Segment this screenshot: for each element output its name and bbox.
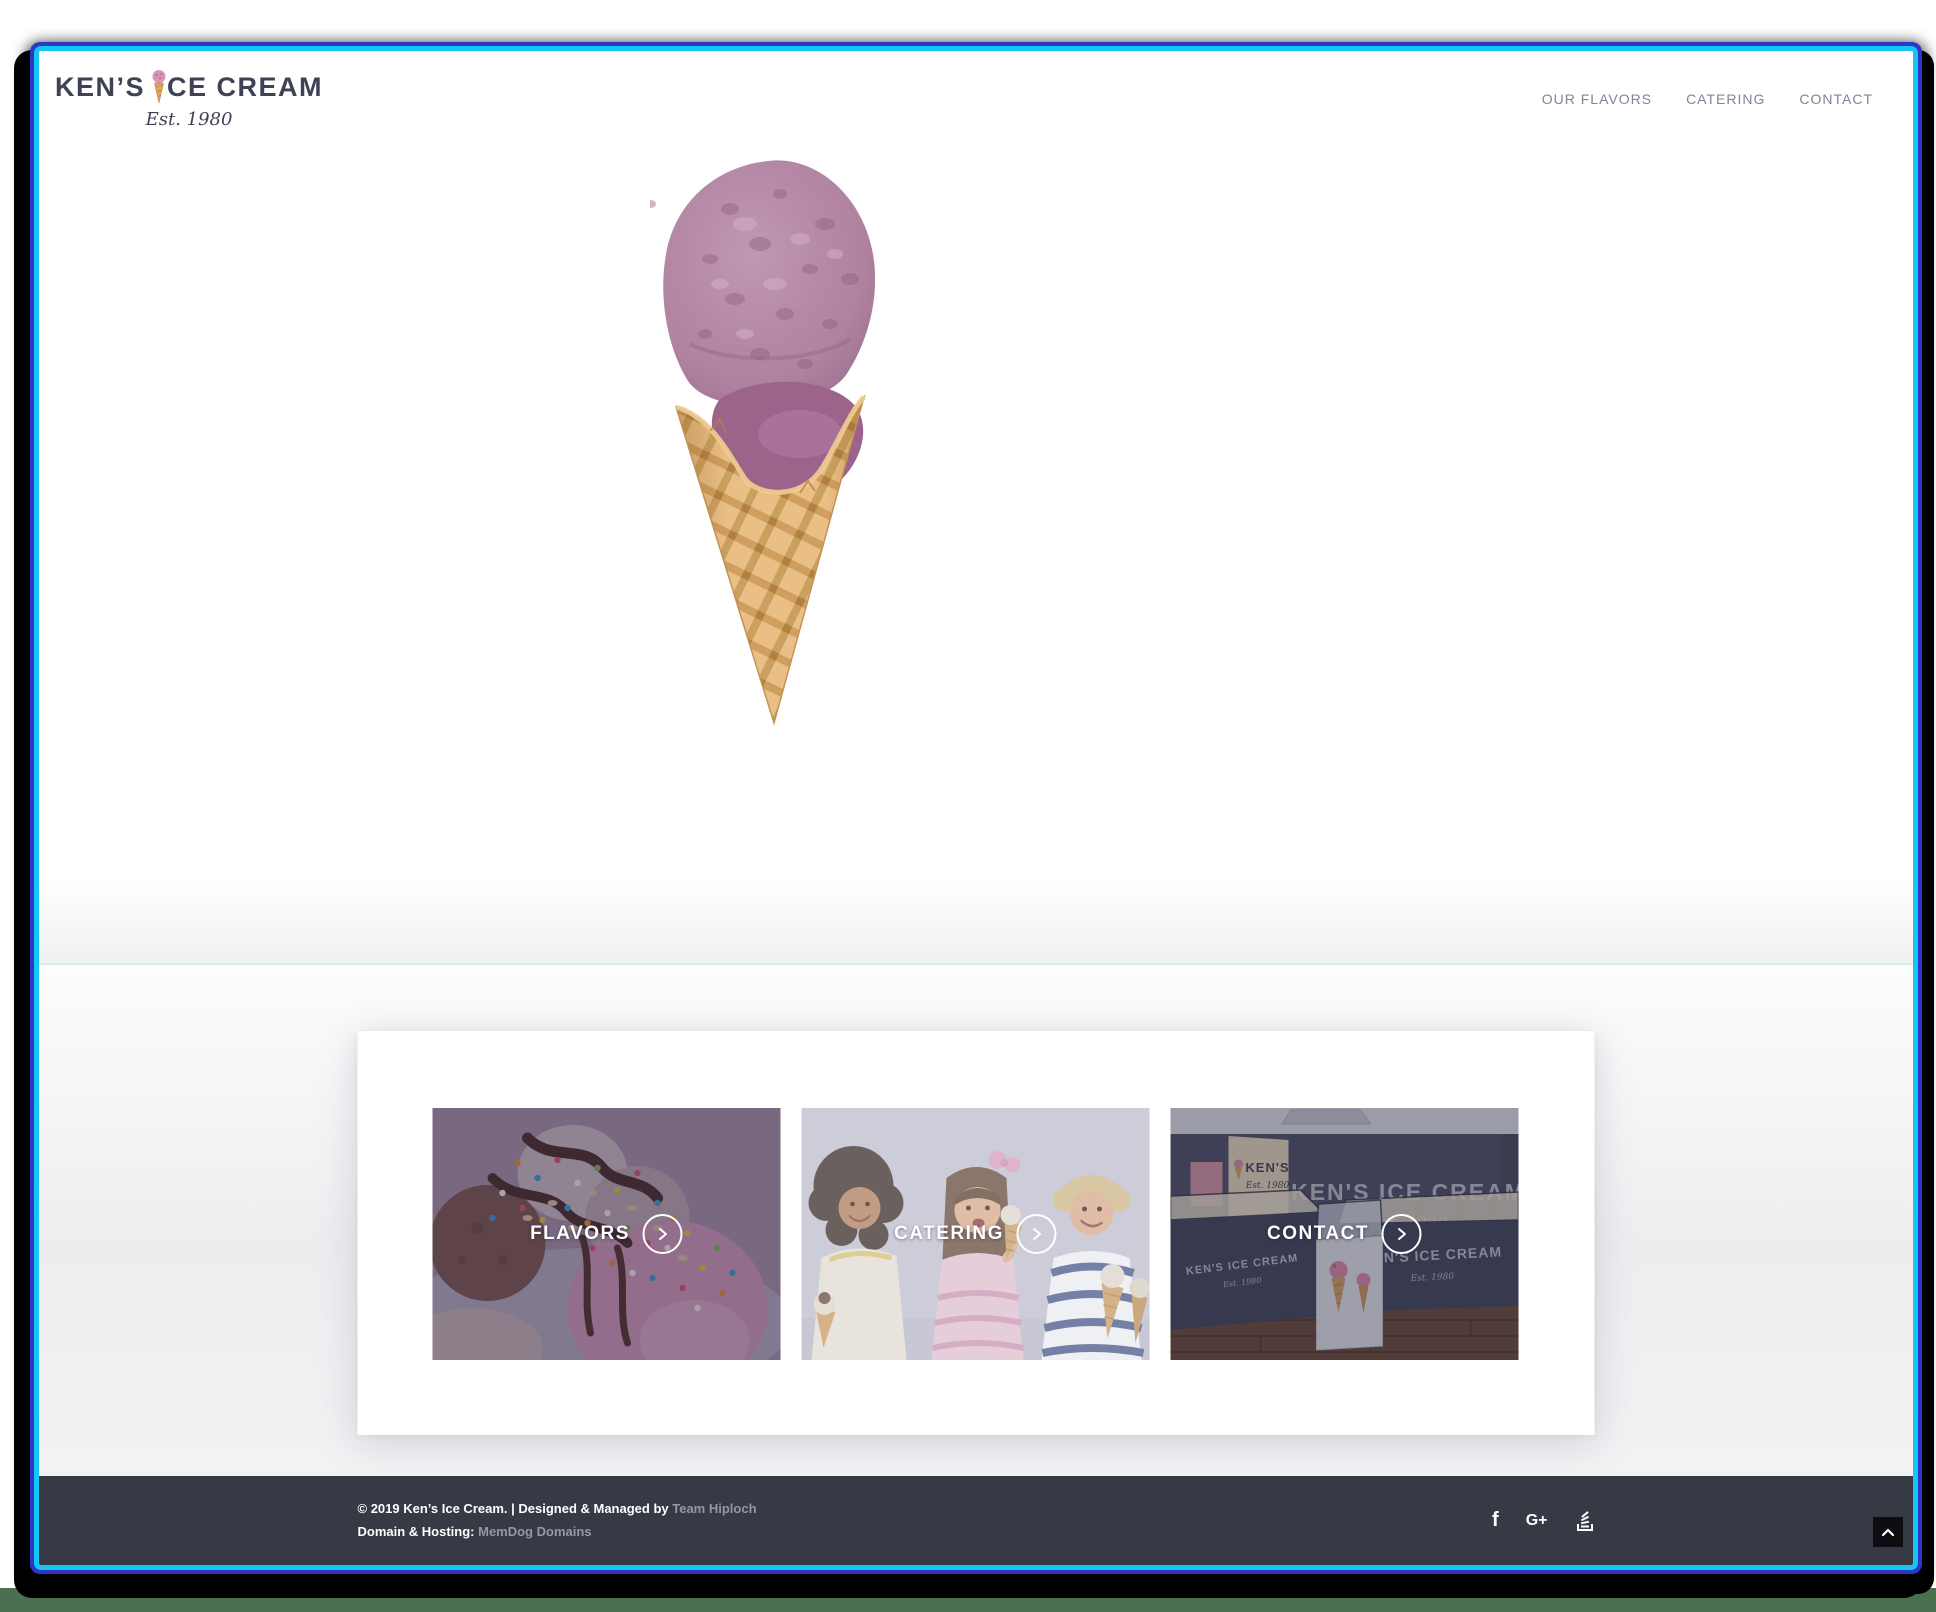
logo-word-1: KEN’S: [55, 74, 145, 101]
catering-arrow-button[interactable]: [1017, 1214, 1057, 1254]
site-logo[interactable]: KEN’S CE CREAM Est. 1980: [55, 69, 323, 130]
hero-section: [39, 147, 1913, 965]
page-canvas: KEN’S CE CREAM Est. 1980 OUR FLAVORS CAT…: [0, 0, 1936, 1612]
catering-card-overlay: CATERING: [802, 1108, 1150, 1360]
hosting-link[interactable]: MemDog Domains: [478, 1524, 591, 1539]
facebook-icon[interactable]: f: [1492, 1509, 1499, 1532]
nav-item-catering[interactable]: CATERING: [1686, 91, 1765, 107]
site-footer: © 2019 Ken’s Ice Cream. | Designed & Man…: [39, 1476, 1913, 1565]
site-header: KEN’S CE CREAM Est. 1980 OUR FLAVORS CAT…: [39, 51, 1913, 147]
chevron-right-icon: [656, 1227, 670, 1241]
stack-overflow-icon[interactable]: [1575, 1510, 1595, 1532]
contact-card-overlay: CONTACT: [1171, 1108, 1519, 1360]
social-links: f G+: [1492, 1509, 1594, 1532]
contact-card-label: CONTACT: [1267, 1223, 1369, 1245]
site-frame: KEN’S CE CREAM Est. 1980 OUR FLAVORS CAT…: [30, 42, 1922, 1574]
logo-text-row: KEN’S CE CREAM: [55, 69, 323, 107]
logo-ice-cream-cone-icon: [152, 69, 166, 105]
flavors-card-label: FLAVORS: [530, 1223, 630, 1245]
footer-hosting-line: Domain & Hosting: MemDog Domains: [358, 1521, 757, 1544]
chevron-up-icon: [1880, 1526, 1896, 1538]
contact-arrow-button[interactable]: [1382, 1214, 1422, 1254]
hero-ice-cream-cone-image: [650, 149, 890, 729]
nav-item-contact[interactable]: CONTACT: [1799, 91, 1873, 107]
footer-hosting-text: Domain & Hosting:: [358, 1524, 479, 1539]
catering-card[interactable]: CATERING: [802, 1108, 1150, 1360]
logo-tagline: Est. 1980: [146, 109, 233, 130]
flavors-arrow-button[interactable]: [643, 1214, 683, 1254]
footer-content: © 2019 Ken’s Ice Cream. | Designed & Man…: [358, 1498, 1595, 1544]
scroll-to-top-button[interactable]: [1873, 1517, 1903, 1547]
catering-card-label: CATERING: [894, 1223, 1004, 1245]
logo-word-2: CE CREAM: [167, 74, 323, 101]
chevron-right-icon: [1030, 1227, 1044, 1241]
contact-card[interactable]: KEN'S ICE CREAM Est. 1980 KEN'S Est. 198…: [1171, 1108, 1519, 1360]
footer-copyright-text: © 2019 Ken’s Ice Cream. | Designed & Man…: [358, 1501, 673, 1516]
site-frame-inner: KEN’S CE CREAM Est. 1980 OUR FLAVORS CAT…: [34, 46, 1918, 1570]
quick-links-panel: FLAVORS: [358, 1031, 1595, 1435]
google-plus-icon[interactable]: G+: [1526, 1512, 1548, 1530]
main-nav: OUR FLAVORS CATERING CONTACT: [1542, 91, 1873, 107]
quick-links-section: FLAVORS: [39, 965, 1913, 1476]
flavors-card[interactable]: FLAVORS: [433, 1108, 781, 1360]
nav-item-our-flavors[interactable]: OUR FLAVORS: [1542, 91, 1652, 107]
chevron-right-icon: [1395, 1227, 1409, 1241]
footer-credits: © 2019 Ken’s Ice Cream. | Designed & Man…: [358, 1498, 757, 1544]
designer-link[interactable]: Team Hiploch: [672, 1501, 756, 1516]
footer-copyright-line: © 2019 Ken’s Ice Cream. | Designed & Man…: [358, 1498, 757, 1521]
desktop-background-strip: [0, 1588, 1936, 1612]
flavors-card-overlay: FLAVORS: [433, 1108, 781, 1360]
